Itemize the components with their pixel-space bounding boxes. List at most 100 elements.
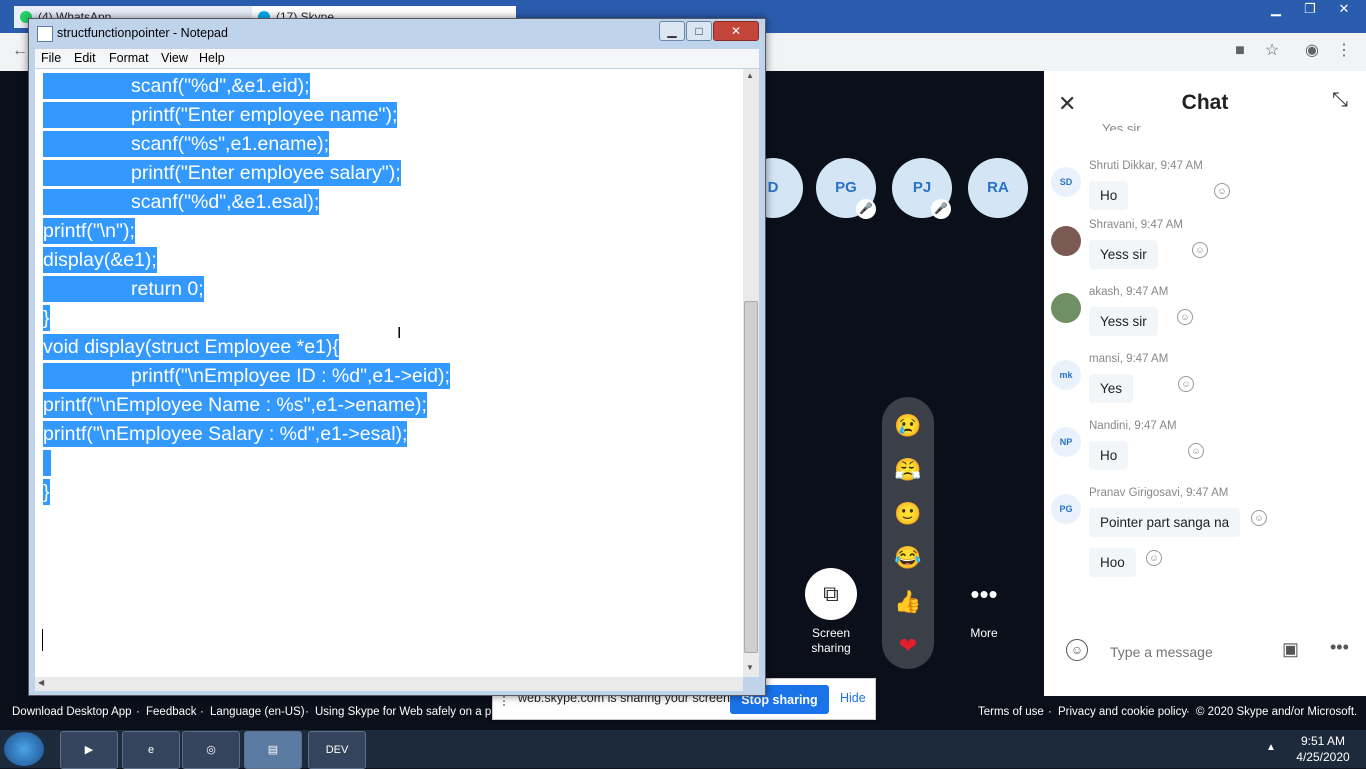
notepad-titlebar[interactable]: structfunctionpointer - Notepad ▁ □ ✕ [29,19,765,47]
more-button[interactable]: ••• More [954,568,1014,640]
message-meta: mansi, 9:47 AM [1089,353,1169,365]
maximize-icon[interactable]: □ [686,21,712,41]
minimize-icon[interactable]: ▁ [1258,0,1294,18]
code-line: printf("Enter employee name"); [43,102,398,128]
attach-file-icon[interactable]: ▣ [1282,639,1299,660]
crying-emoji-icon[interactable]: 😢 [892,410,924,442]
add-reaction-icon[interactable]: ☺ [1214,183,1230,199]
menu-help[interactable]: Help [199,51,225,65]
laugh-emoji-icon[interactable]: 😂 [892,542,924,574]
thumbs-up-emoji-icon[interactable]: 👍 [892,586,924,618]
chat-panel: ✕ Chat ⤡ Yes sir SD Shruti Dikkar, 9:47 … [1044,71,1366,696]
minimize-icon[interactable]: ▁ [659,21,685,41]
star-icon[interactable]: ☆ [1262,41,1282,61]
participant-initials: PJ [912,179,932,196]
add-reaction-icon[interactable]: ☺ [1146,550,1162,566]
participant-avatar[interactable]: RA [968,158,1028,218]
message-bubble: Ho [1089,181,1129,210]
windows-taskbar: ▶ e ◎ ▤ DEV ▲ 9:51 AM 4/25/2020 [0,730,1366,769]
code-line: } [43,479,50,505]
menu-edit[interactable]: Edit [74,51,96,65]
clock-date: 4/25/2020 [1296,750,1350,764]
notepad-text-area[interactable]: scanf("%d",&e1.eid); printf("Enter emplo… [35,69,743,677]
add-reaction-icon[interactable]: ☺ [1251,510,1267,526]
message-input[interactable] [1108,638,1262,666]
chrome-icon[interactable]: ◎ [182,731,240,769]
add-reaction-icon[interactable]: ☺ [1192,242,1208,258]
scroll-left-icon[interactable]: ◀ [38,678,44,687]
camera-icon[interactable]: ■ [1230,41,1250,61]
screen-sharing-button[interactable]: ⧉ Screen sharing [800,568,862,656]
separator: · [1186,706,1190,718]
close-icon[interactable]: ✕ [1326,0,1362,18]
menu-format[interactable]: Format [109,51,149,65]
code-line [43,450,51,476]
language-link[interactable]: Language (en-US) [210,706,305,718]
message-bubble: Yess sir [1089,307,1158,336]
partial-message: Yes sir [1102,121,1141,131]
avatar: SD [1051,167,1081,197]
heart-emoji-icon[interactable]: ❤ [892,630,924,662]
add-reaction-icon[interactable]: ☺ [1177,309,1193,325]
avatar: NP [1051,427,1081,457]
scroll-thumb[interactable] [744,301,758,653]
angry-emoji-icon[interactable]: 😤 [892,454,924,486]
internet-explorer-icon[interactable]: e [122,731,180,769]
close-icon[interactable]: ✕ [713,21,759,41]
separator: · [200,706,204,718]
restore-icon[interactable]: ❐ [1292,0,1328,18]
code-line: printf("\nEmployee ID : %d",e1->eid); [43,363,450,389]
tray-arrow-icon[interactable]: ▲ [1266,742,1276,753]
add-reaction-icon[interactable]: ☺ [1188,443,1204,459]
clock-time: 9:51 AM [1300,734,1346,748]
code-line: display(&e1); [43,247,157,273]
download-app-link[interactable]: Download Desktop App [12,706,132,718]
dev-cpp-icon[interactable]: DEV [308,731,366,769]
code-line: printf("\nEmployee Salary : %d",e1->esal… [43,421,408,447]
code-line: printf("\nEmployee Name : %s",e1->ename)… [43,392,427,418]
message-bubble: Hoo [1089,548,1136,577]
hide-button[interactable]: Hide [840,691,866,705]
message-bubble: Ho [1089,441,1129,470]
menu-icon[interactable]: ⋮ [1334,41,1354,61]
add-reaction-icon[interactable]: ☺ [1178,376,1194,392]
notepad-icon[interactable]: ▤ [244,731,302,769]
chat-input-row: ☺ ▣ ••• [1044,631,1366,671]
back-icon[interactable]: ← [10,41,30,61]
message-bubble: Yess sir [1089,240,1158,269]
muted-mic-icon: 🎤 [931,199,951,219]
avatar [1051,226,1081,256]
separator: · [136,706,140,718]
horizontal-scrollbar[interactable]: ◀ [35,677,743,691]
smile-emoji-icon[interactable]: 🙂 [892,498,924,530]
more-options-icon[interactable]: ••• [1330,637,1349,658]
media-player-icon[interactable]: ▶ [60,731,118,769]
scroll-up-icon[interactable]: ▲ [746,71,754,80]
menu-file[interactable]: File [41,51,61,65]
privacy-link[interactable]: Privacy and cookie policy [1058,706,1187,718]
start-button-icon[interactable] [4,732,44,766]
separator: · [1048,706,1052,718]
feedback-link[interactable]: Feedback [146,706,197,718]
code-line: printf("Enter employee salary"); [43,160,401,186]
screen-share-icon: ⧉ [805,568,857,620]
code-line: } [43,305,50,331]
vertical-scrollbar[interactable]: ▲ ▼ [743,69,759,677]
emoji-picker-icon[interactable]: ☺ [1066,639,1088,661]
terms-link[interactable]: Terms of use [978,706,1044,718]
chat-title: Chat [1181,91,1229,114]
scroll-down-icon[interactable]: ▼ [746,663,754,672]
code-line: printf("\n"); [43,218,135,244]
muted-mic-icon: 🎤 [856,199,876,219]
safety-link[interactable]: Using Skype for Web safely on a pub [315,706,504,718]
account-icon[interactable]: ◉ [1302,41,1322,61]
menu-view[interactable]: View [161,51,188,65]
message-meta: akash, 9:47 AM [1089,286,1169,298]
message-meta: Shruti Dikkar, 9:47 AM [1089,160,1203,172]
screen-sharing-label: Screen sharing [811,626,851,655]
expand-icon[interactable]: ⤡ [1332,89,1348,112]
avatar [1051,293,1081,323]
participant-initials: PG [835,179,857,196]
clock[interactable]: 9:51 AM 4/25/2020 [1288,733,1358,765]
participant-initials: RA [987,179,1009,196]
